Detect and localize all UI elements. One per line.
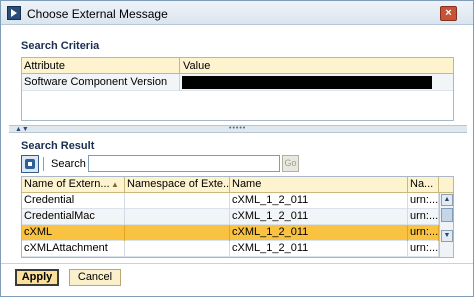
result-header: Name of Extern... ▲ Namespace of Exte... … [22,177,453,193]
footer-divider [1,263,473,264]
cell-namespace [125,225,230,241]
cell-name-external: CredentialMac [22,209,125,225]
criteria-row[interactable]: Software Component Version [22,74,453,91]
cell-name: cXML_1_2_011 [230,241,408,257]
column-header-na[interactable]: Na... [408,177,439,193]
refresh-icon[interactable] [21,155,39,173]
window-title: Choose External Message [27,7,168,21]
sort-icon[interactable]: ▲ [111,181,119,189]
apply-button[interactable]: Apply [15,269,59,286]
search-criteria-table: Attribute Value Software Component Versi… [21,57,454,121]
vertical-scrollbar[interactable]: ▲ ▼ [439,193,453,257]
table-row[interactable]: Credential cXML_1_2_011 urn:... [22,193,439,209]
cell-namespace [125,209,230,225]
scroll-down-icon[interactable]: ▼ [441,230,453,242]
search-result-heading: Search Result [21,140,95,152]
splitter-bar[interactable]: ▲▼ ••••• [9,125,467,133]
close-icon[interactable]: × [440,6,457,21]
title-bar: Choose External Message × [1,1,473,25]
cell-na: urn:... [408,225,439,241]
app-icon [7,6,21,20]
column-header-namespace[interactable]: Namespace of Exte... [125,177,230,193]
collapse-arrows-icon[interactable]: ▲▼ [15,126,29,133]
cancel-button[interactable]: Cancel [69,269,121,286]
cell-namespace [125,241,230,257]
search-criteria-heading: Search Criteria [21,40,100,52]
criteria-column-attribute: Attribute [24,60,65,72]
cell-name: cXML_1_2_011 [230,209,408,225]
cell-name-external: cXMLAttachment [22,241,125,257]
search-result-table: Name of Extern... ▲ Namespace of Exte... … [21,176,454,258]
scroll-thumb[interactable] [441,208,453,222]
toolbar-divider [43,157,44,171]
table-row[interactable]: cXMLAttachment cXML_1_2_011 urn:... [22,241,439,257]
criteria-attribute-cell: Software Component Version [24,76,168,88]
search-toolbar: Search Go [21,154,454,174]
scroll-up-icon[interactable]: ▲ [441,194,453,206]
cell-na: urn:... [408,193,439,209]
column-header-name-external[interactable]: Name of Extern... ▲ [22,177,125,193]
cell-na: urn:... [408,209,439,225]
column-header-name[interactable]: Name [230,177,408,193]
cell-name: cXML_1_2_011 [230,225,408,241]
cell-name-external: cXML [22,225,125,241]
criteria-value-redacted[interactable] [182,76,432,89]
grip-icon[interactable]: ••••• [229,125,246,132]
search-label: Search [51,158,86,170]
cell-na: urn:... [408,241,439,257]
table-row-selected[interactable]: cXML cXML_1_2_011 urn:... [22,225,439,241]
table-row[interactable]: CredentialMac cXML_1_2_011 urn:... [22,209,439,225]
criteria-column-value: Value [183,60,211,72]
search-input[interactable] [88,155,280,172]
criteria-header: Attribute Value [22,58,453,74]
cell-namespace [125,193,230,209]
cell-name-external: Credential [22,193,125,209]
choose-external-message-dialog: Choose External Message × Search Criteri… [0,0,474,297]
cell-name: cXML_1_2_011 [230,193,408,209]
go-button[interactable]: Go [282,155,299,172]
